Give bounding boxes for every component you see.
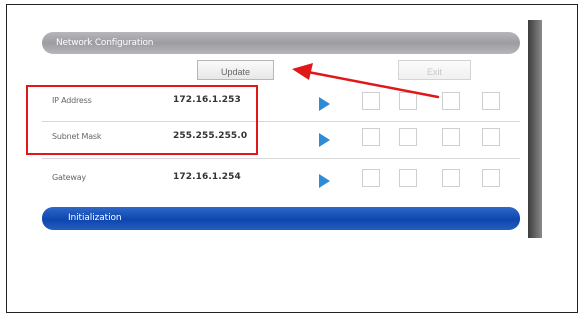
play-icon[interactable] — [319, 133, 330, 147]
gateway-row: Gateway 172.16.1.254 — [42, 163, 520, 197]
gateway-octet-4-input[interactable] — [482, 169, 500, 187]
gateway-octet-2-input[interactable] — [399, 169, 417, 187]
play-icon[interactable] — [319, 174, 330, 188]
subnet-octet-2-input[interactable] — [399, 128, 417, 146]
initialization-header[interactable]: Initialization — [42, 207, 520, 230]
panel-shadow-strip — [528, 20, 542, 238]
exit-button[interactable]: Exit — [398, 60, 471, 80]
update-button[interactable]: Update — [197, 60, 274, 80]
ip-address-value: 172.16.1.253 — [173, 95, 241, 105]
ip-octet-3-input[interactable] — [442, 92, 460, 110]
subnet-mask-label: Subnet Mask — [52, 132, 102, 141]
subnet-mask-row: Subnet Mask 255.255.255.0 — [42, 122, 520, 156]
gateway-octet-3-input[interactable] — [442, 169, 460, 187]
ip-octet-1-input[interactable] — [362, 92, 380, 110]
ip-address-row: IP Address 172.16.1.253 — [42, 86, 520, 120]
network-configuration-header: Network Configuration — [42, 32, 520, 54]
ip-octet-4-input[interactable] — [482, 92, 500, 110]
subnet-octet-1-input[interactable] — [362, 128, 380, 146]
play-icon[interactable] — [319, 97, 330, 111]
gateway-value: 172.16.1.254 — [173, 172, 241, 182]
subnet-octet-3-input[interactable] — [442, 128, 460, 146]
gateway-octet-1-input[interactable] — [362, 169, 380, 187]
subnet-mask-value: 255.255.255.0 — [173, 131, 248, 141]
ip-address-label: IP Address — [52, 96, 92, 105]
ip-octet-2-input[interactable] — [399, 92, 417, 110]
subnet-octet-4-input[interactable] — [482, 128, 500, 146]
gateway-label: Gateway — [52, 173, 86, 182]
row-divider — [42, 158, 520, 159]
